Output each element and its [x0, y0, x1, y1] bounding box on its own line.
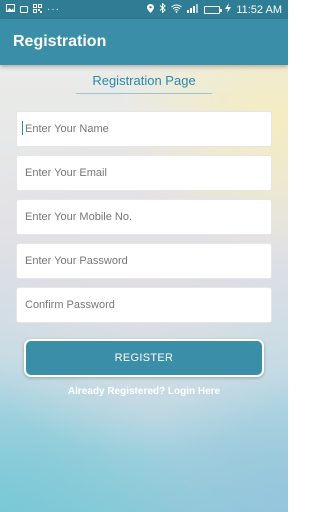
more-dots-icon: ···	[47, 3, 60, 15]
status-bar-right: 11:52 AM	[147, 2, 282, 16]
charging-icon	[225, 3, 232, 16]
battery-icon	[204, 5, 223, 14]
signal-icon	[187, 3, 199, 16]
status-bar-left: ···	[6, 3, 60, 16]
name-field[interactable]	[16, 111, 272, 147]
bluetooth-icon	[159, 2, 167, 16]
app-bar: Registration	[0, 19, 288, 65]
login-link[interactable]: Already Registered? Login Here	[0, 386, 288, 397]
page-heading: Registration Page	[92, 73, 196, 88]
heading-underline	[76, 93, 212, 94]
mobile-field[interactable]	[16, 199, 272, 235]
confirm-password-input[interactable]	[25, 299, 271, 311]
registration-screen: ··· 11:52 AM Registration Registration P	[0, 0, 288, 512]
email-field[interactable]	[16, 155, 272, 191]
register-button[interactable]: REGISTER	[24, 339, 264, 377]
qr-icon	[33, 3, 42, 16]
password-field[interactable]	[16, 243, 272, 279]
email-input[interactable]	[25, 167, 271, 179]
mobile-input[interactable]	[25, 211, 271, 223]
app-bar-title: Registration	[13, 33, 107, 50]
text-cursor	[22, 121, 23, 135]
name-input[interactable]	[25, 123, 271, 135]
status-bar: ··· 11:52 AM	[0, 0, 288, 19]
location-icon	[147, 3, 155, 16]
confirm-password-field[interactable]	[16, 287, 272, 323]
square-icon	[20, 6, 28, 13]
password-input[interactable]	[25, 255, 271, 267]
gallery-icon	[6, 4, 15, 15]
wifi-icon	[171, 4, 183, 16]
status-time: 11:52 AM	[236, 3, 282, 16]
